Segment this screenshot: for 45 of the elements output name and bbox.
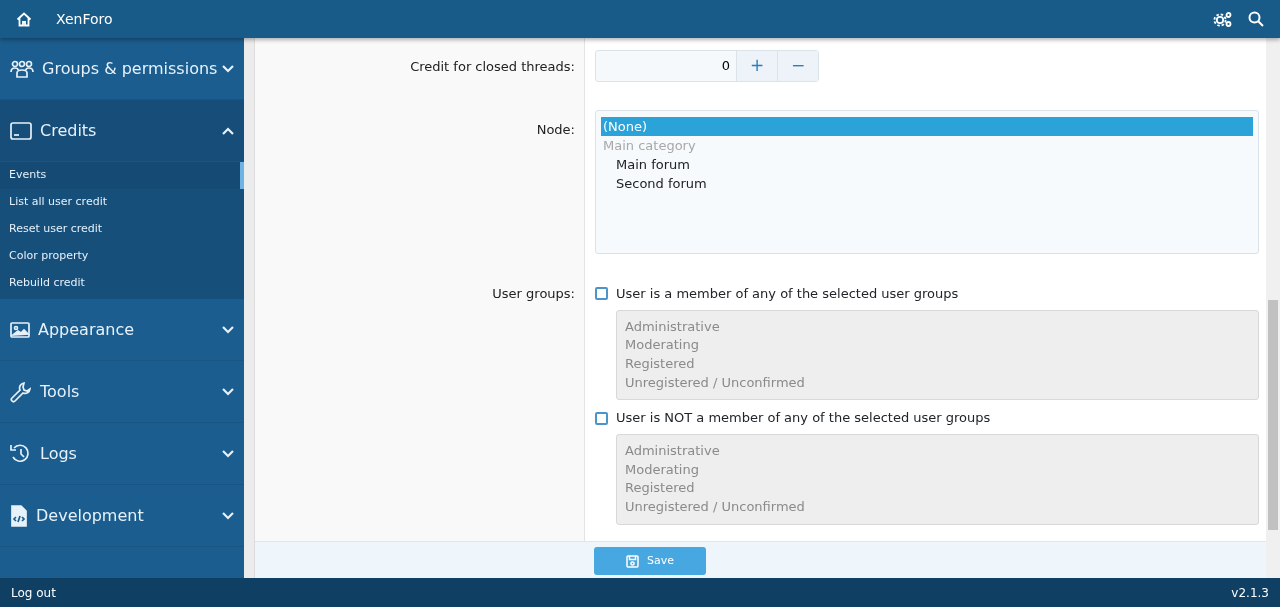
sidebar-section[interactable]: Tools — [0, 361, 244, 423]
list-option: Unregistered / Unconfirmed — [625, 497, 1250, 517]
wrench-icon — [10, 380, 32, 403]
list-option: Main category — [601, 136, 1253, 155]
list-option: Registered — [625, 354, 1250, 374]
sidebar-link[interactable]: Reset user credit — [0, 216, 244, 243]
sidebar-link[interactable]: Rebuild credit — [0, 270, 244, 297]
list-option: Unregistered / Unconfirmed — [625, 373, 1250, 393]
picture-icon — [10, 321, 30, 338]
list-option: Administrative — [625, 441, 1250, 461]
gears-icon[interactable] — [1213, 10, 1232, 28]
search-icon[interactable] — [1248, 11, 1264, 27]
version-label: v2.1.3 — [1231, 584, 1269, 602]
list-option: Administrative — [625, 317, 1250, 337]
field-label: User groups: — [492, 286, 575, 301]
chevron-down-icon — [222, 511, 234, 520]
increment-button[interactable]: + — [736, 51, 777, 81]
home-icon[interactable] — [16, 11, 32, 27]
chevron-down-icon — [222, 64, 234, 73]
logout-link[interactable]: Log out — [11, 583, 56, 602]
sidebar-section[interactable]: Logs — [0, 423, 244, 485]
save-icon — [626, 554, 639, 568]
sidebar-link[interactable]: Events — [0, 162, 244, 189]
sidebar-section[interactable]: Credits — [0, 100, 244, 162]
code-file-icon — [10, 504, 28, 527]
sidebar-section[interactable]: Development — [0, 485, 244, 547]
sidebar-link[interactable]: List all user credit — [0, 189, 244, 216]
number-field[interactable]: 0 + − — [595, 50, 819, 82]
people-icon — [10, 59, 34, 78]
field-label: Credit for closed threads: — [410, 59, 575, 74]
list-option: Registered — [625, 479, 1250, 498]
history-icon — [10, 442, 32, 465]
scrollbar[interactable] — [1266, 38, 1280, 578]
field-label: Node: — [536, 122, 575, 137]
sidebar-link[interactable]: Color property — [0, 243, 244, 270]
list-option: Moderating — [625, 460, 1250, 480]
chevron-down-icon — [222, 387, 234, 396]
monitor-icon — [10, 121, 32, 140]
list-option: Moderating — [625, 336, 1250, 355]
site-title[interactable]: XenForo — [56, 8, 113, 30]
decrement-button[interactable]: − — [777, 51, 818, 81]
sidebar-section[interactable]: Appearance — [0, 299, 244, 361]
chevron-up-icon — [222, 126, 234, 135]
chevron-down-icon — [222, 325, 234, 334]
chevron-down-icon — [222, 449, 234, 458]
